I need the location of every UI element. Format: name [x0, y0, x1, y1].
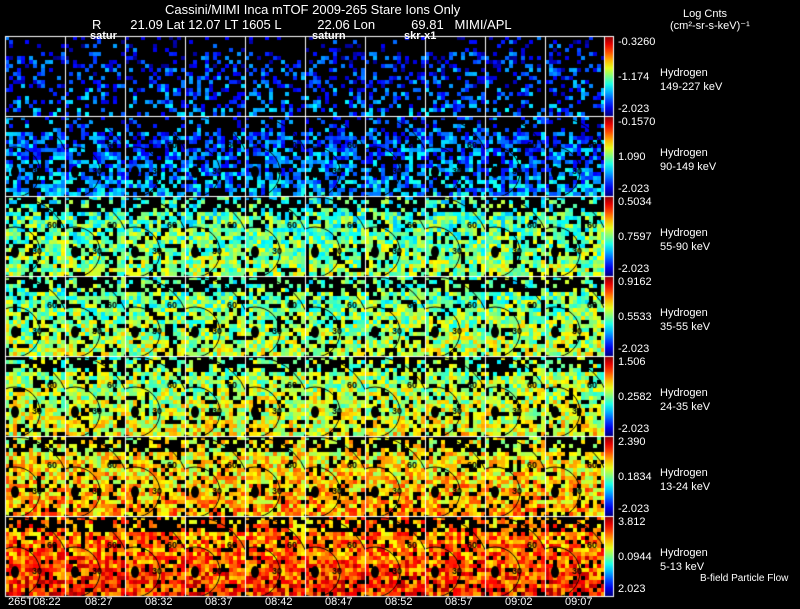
colorbar-min-value: -2.023: [618, 423, 650, 435]
colorbar-min-value: -2.023: [618, 263, 650, 275]
colorbar-min-value: -2.023: [618, 183, 650, 195]
time-tick-label: 08:32: [145, 596, 173, 608]
colorbar-min-value: -2.023: [618, 343, 650, 355]
time-tick-label: 08:47: [325, 596, 353, 608]
energy-range-label: 90-149 keV: [660, 161, 717, 173]
overlay-label-skr: skr-x1: [404, 30, 437, 42]
colorbar-max-value: 0.5034: [618, 196, 652, 208]
energy-range-label: 55-90 keV: [660, 241, 711, 253]
colorbar-max-value: 0.9162: [618, 276, 652, 288]
colorbar-mid-value: 0.0944: [618, 551, 652, 563]
species-label: Hydrogen: [660, 67, 708, 79]
energy-range-label: 13-24 keV: [660, 481, 711, 493]
energy-range-label: 24-35 keV: [660, 401, 711, 413]
colorbar-mid-value: 0.5533: [618, 311, 652, 323]
energy-range-label: 5-13 keV: [660, 561, 705, 573]
time-tick-label: 08:57: [445, 596, 473, 608]
colorbar-min-value: -2.023: [618, 103, 650, 115]
colorbar-mid-value: 0.2582: [618, 391, 652, 403]
species-label: Hydrogen: [660, 227, 708, 239]
time-tick-label: 09:07: [565, 596, 593, 608]
colorbar-max-value: 2.390: [618, 436, 646, 448]
overlay-label-saturn: saturn: [312, 30, 346, 42]
bfield-particle-flow-label: B-field Particle Flow: [700, 573, 789, 584]
colorbar-mid-value: 1.090: [618, 151, 646, 163]
colorbar-mid-value: 0.7597: [618, 231, 652, 243]
colorbar-max-value: 1.506: [618, 356, 646, 368]
time-tick-label: 09:02: [505, 596, 533, 608]
colorbar-max-value: -0.3260: [618, 36, 656, 48]
time-tick-label: 08:42: [265, 596, 293, 608]
colorbar-mid-value: 0.1834: [618, 471, 652, 483]
energy-range-label: 35-55 keV: [660, 321, 711, 333]
species-label: Hydrogen: [660, 147, 708, 159]
colorbar-max-value: -0.1570: [618, 116, 656, 128]
species-label: Hydrogen: [660, 307, 708, 319]
energy-range-label: 149-227 keV: [660, 81, 723, 93]
species-label: Hydrogen: [660, 467, 708, 479]
colorbar-max-value: 3.812: [618, 516, 646, 528]
colorbar-min-value: -2.023: [618, 503, 650, 515]
plot-title: Cassini/MIMI Inca mTOF 2009-265 Stare Io…: [165, 2, 461, 17]
species-label: Hydrogen: [660, 387, 708, 399]
time-tick-label: 265T08:22: [8, 596, 61, 608]
time-tick-label: 08:52: [385, 596, 413, 608]
plot-subtitle: R 21.09 Lat 12.07 LT 1605 L 22.06 Lon 69…: [92, 17, 512, 32]
time-tick-label: 08:37: [205, 596, 233, 608]
species-label: Hydrogen: [660, 547, 708, 559]
colorbar-units-line2: (cm²-sr-s-keV)⁻¹: [670, 20, 750, 32]
colorbar-mid-value: -1.174: [618, 71, 650, 83]
time-tick-label: 08:27: [85, 596, 113, 608]
overlay-label-satur: satur: [90, 30, 117, 42]
colorbar-min-value: 2.023: [618, 583, 646, 595]
